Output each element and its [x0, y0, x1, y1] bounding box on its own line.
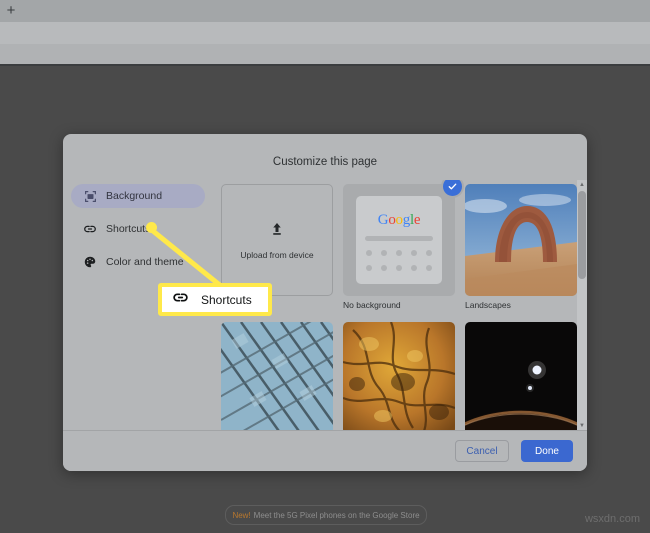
link-icon: [83, 222, 97, 236]
selected-check-icon: [443, 180, 462, 196]
landscape-thumbnail: [465, 184, 577, 296]
preview-shortcut-dot: [366, 250, 372, 256]
promo-new-badge: New!: [232, 510, 251, 520]
sidebar-item-shortcuts[interactable]: Shortcuts: [71, 217, 205, 241]
callout-shortcuts: Shortcuts: [158, 283, 272, 316]
google-logo: Google: [377, 212, 421, 228]
upload-icon: [268, 220, 286, 243]
sidebar-item-label: Color and theme: [106, 256, 184, 268]
texture-thumbnail: [343, 322, 455, 431]
new-tab-preview: Google: [356, 196, 442, 284]
pixel-promo-pill[interactable]: New! Meet the 5G Pixel phones on the Goo…: [225, 505, 427, 525]
preview-shortcut-dot: [411, 250, 417, 256]
scrollbar-thumb[interactable]: [578, 191, 586, 279]
customize-page-dialog: Customize this page Background Shortcuts…: [63, 134, 587, 471]
watermark: wsxdn.com: [584, 513, 640, 525]
callout-label: Shortcuts: [201, 292, 252, 307]
image-icon: [83, 189, 97, 203]
sidebar-item-label: Shortcuts: [106, 223, 151, 235]
preview-shortcut-row: [366, 265, 432, 271]
browser-toolbar: be a URL: [0, 22, 650, 64]
preview-shortcut-dot: [381, 265, 387, 271]
dialog-footer: Cancel Done: [63, 430, 587, 471]
sidebar-item-label: Background: [106, 190, 163, 202]
callout-anchor-dot: [146, 222, 157, 233]
upload-label: Upload from device: [240, 250, 314, 260]
screenshot-root: + be a URL: [0, 0, 650, 533]
preview-shortcut-dot: [426, 265, 432, 271]
link-icon: [172, 289, 189, 311]
tile-landscapes[interactable]: [465, 184, 577, 296]
cancel-button[interactable]: Cancel: [455, 440, 509, 462]
sidebar-item-background[interactable]: Background: [71, 184, 205, 208]
grid-scrollbar[interactable]: ▲ ▼: [577, 180, 587, 431]
bookmarks-bar: Mrush Keyword... Mockup Photos: [0, 44, 650, 103]
new-tab-button[interactable]: +: [2, 2, 20, 20]
upload-from-device-tile[interactable]: Upload from device: [221, 184, 333, 296]
space-thumbnail: [465, 322, 577, 431]
preview-shortcut-dot: [396, 250, 402, 256]
preview-shortcut-dot: [411, 265, 417, 271]
promo-text: Meet the 5G Pixel phones on the Google S…: [253, 510, 420, 520]
done-button[interactable]: Done: [521, 440, 573, 462]
architecture-thumbnail: [221, 322, 333, 431]
preview-shortcut-dot: [366, 265, 372, 271]
scroll-up-arrow[interactable]: ▲: [577, 180, 587, 190]
dialog-body: Background Shortcuts Color and theme Upl…: [63, 180, 587, 431]
dialog-title: Customize this page: [272, 156, 378, 168]
tab-strip: +: [0, 0, 650, 22]
palette-icon: [83, 255, 97, 269]
tile-earth[interactable]: [465, 322, 577, 431]
tile-texture[interactable]: [343, 322, 455, 431]
tile-label-no-background: No background: [343, 300, 401, 310]
tile-label-landscapes: Landscapes: [465, 300, 511, 310]
tile-architecture[interactable]: [221, 322, 333, 431]
tile-no-background[interactable]: Google: [343, 180, 462, 296]
preview-shortcut-row: [366, 250, 432, 256]
preview-shortcut-dot: [381, 250, 387, 256]
preview-shortcut-dot: [426, 250, 432, 256]
preview-search-bar: [365, 236, 433, 241]
preview-shortcut-dot: [396, 265, 402, 271]
